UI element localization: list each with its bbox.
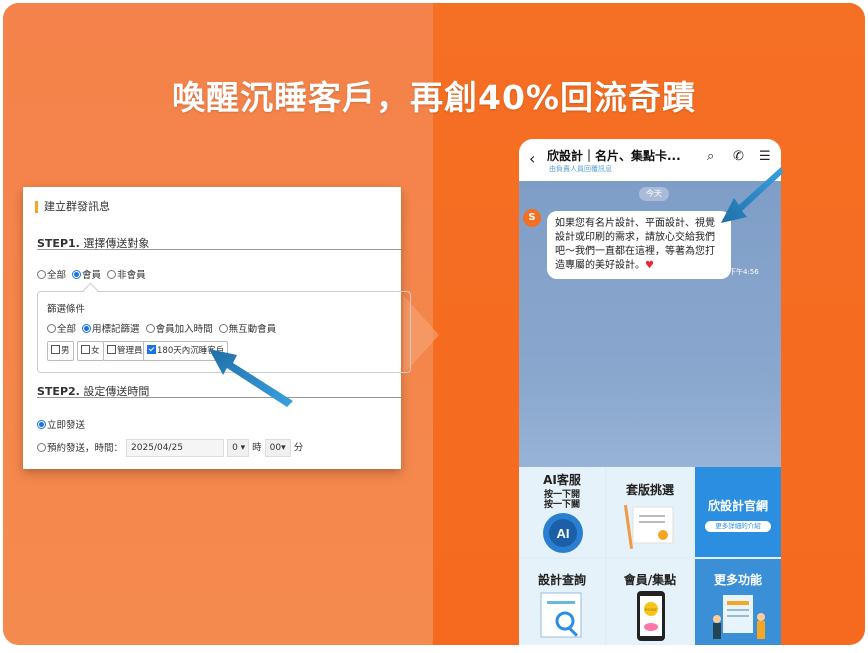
send-now-radio[interactable]: 立即發送 (37, 417, 85, 431)
form-title: 建立群發訊息 (35, 201, 110, 213)
certificate-icon (623, 504, 674, 549)
audience-member-radio[interactable]: 會員 (72, 270, 101, 281)
filter-title: 篩選條件 (47, 304, 86, 315)
pointer-arrow-left (209, 349, 293, 407)
message-text: 如果您有名片設計、平面設計、視覺設計或印刷的需求，請放心交給我們吧～我們一直都在… (555, 218, 715, 271)
minute-select[interactable]: 00▾ (264, 439, 291, 457)
heart-icon: ♥ (645, 260, 654, 271)
menu-template-label: 套版挑選 (625, 483, 674, 497)
schedule-radio[interactable]: 預約發送，時間： (37, 442, 123, 454)
mobile-points-icon: POINT (637, 591, 665, 641)
broadcast-form-panel: 建立群發訊息 STEP1. 選擇傳送對象 全部 會員 非會員 篩選條件 全部 用… (23, 187, 411, 469)
chat-subtitle: 由負責人員回覆訊息 (549, 165, 612, 173)
people-board-icon (713, 595, 765, 639)
menu-ai-off: 按一下關 (543, 500, 580, 510)
search-icon[interactable]: ⌕ (707, 149, 714, 164)
menu-more-label: 更多功能 (713, 573, 762, 587)
tag-admin-checkbox[interactable]: 管理員 (103, 341, 147, 361)
search-document-icon (540, 592, 582, 638)
menu-official-site[interactable]: 欣設計官網 更多詳細的介紹 (695, 467, 781, 557)
chat-title: 欣設計｜名片、集點卡... (547, 149, 681, 163)
filter-tag-radio[interactable]: 用標記篩選 (82, 324, 140, 335)
menu-icon[interactable]: ☰ (759, 149, 771, 164)
hour-select[interactable]: 0 ▾ (227, 439, 250, 457)
tag-female-checkbox[interactable]: 女 (77, 341, 104, 361)
divider (37, 249, 401, 250)
menu-query-label: 設計查詢 (537, 573, 586, 587)
promo-canvas: 喚醒沉睡客戶，再創40%回流奇蹟 建立群發訊息 STEP1. 選擇傳送對象 全部… (3, 3, 865, 645)
menu-member-points[interactable]: 會員/集點 POINT (607, 559, 693, 645)
phone-call-icon[interactable]: ✆ (733, 149, 744, 164)
audience-all-radio[interactable]: 全部 (37, 270, 66, 281)
schedule-row: 預約發送，時間： 2025/04/25 0 ▾ 時 00▾ 分 (37, 439, 303, 457)
menu-design-query[interactable]: 設計查詢 (519, 559, 605, 645)
ai-gear-icon: AI (543, 513, 583, 553)
menu-template-select[interactable]: 套版挑選 (607, 467, 693, 557)
audience-radio-group: 全部 會員 非會員 (37, 267, 149, 281)
menu-member-label: 會員/集點 (623, 573, 677, 587)
schedule-date-input[interactable]: 2025/04/25 (126, 439, 225, 457)
menu-ai-service[interactable]: AI客服 按一下開 按一下關 AI (519, 467, 605, 557)
menu-more-features[interactable]: 更多功能 (695, 559, 781, 645)
audience-nonmember-radio[interactable]: 非會員 (107, 270, 146, 281)
rich-menu: AI客服 按一下開 按一下關 AI 套版挑選 欣設計官網 更多詳細的介紹 設計查… (519, 467, 781, 645)
hour-unit: 時 (252, 442, 262, 454)
menu-ai-label: AI客服 (543, 473, 581, 487)
tag-male-checkbox[interactable]: 男 (47, 341, 74, 361)
message-time: 下午4:56 (729, 268, 759, 276)
svg-text:AI: AI (557, 526, 570, 541)
menu-site-label: 欣設計官網 (707, 499, 768, 513)
date-chip: 今天 (639, 187, 669, 201)
message-bubble: 如果您有名片設計、平面設計、視覺設計或印刷的需求，請放心交給我們吧～我們一直都在… (547, 211, 731, 279)
filter-all-radio[interactable]: 全部 (47, 324, 76, 335)
headline: 喚醒沉睡客戶，再創40%回流奇蹟 (172, 78, 696, 117)
svg-text:POINT: POINT (645, 607, 658, 612)
avatar: S (523, 209, 541, 227)
pointer-arrow-right (721, 167, 783, 223)
back-icon[interactable]: ‹ (529, 149, 535, 168)
more-info-pill: 更多詳細的介紹 (705, 521, 771, 532)
minute-unit: 分 (293, 442, 304, 454)
